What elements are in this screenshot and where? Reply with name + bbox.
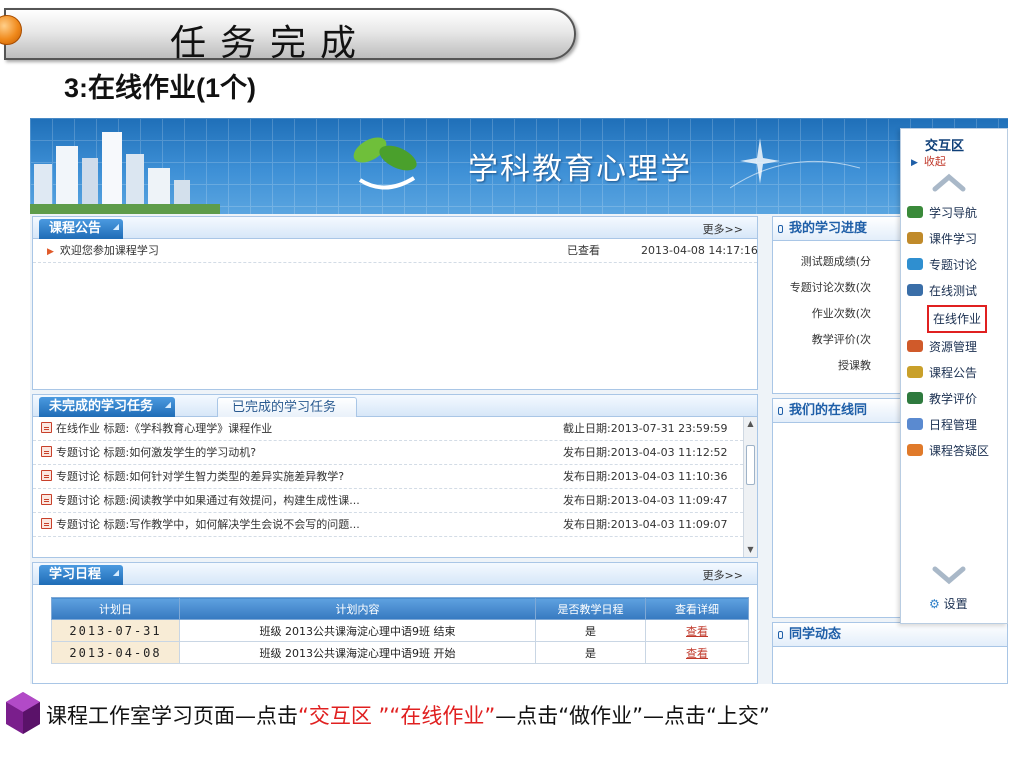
pin-icon bbox=[778, 225, 783, 233]
menu-online-test[interactable]: 在线测试 bbox=[907, 279, 977, 303]
menu-announcement[interactable]: 课程公告 bbox=[907, 361, 977, 385]
announcement-status: 已查看 bbox=[567, 244, 600, 257]
caption-highlight: “交互区 ”“在线作业” bbox=[298, 704, 496, 728]
book-icon bbox=[907, 232, 923, 244]
pin-icon bbox=[778, 631, 783, 639]
menu-resources[interactable]: 资源管理 bbox=[907, 335, 977, 359]
schedule-header-row: 计划日 计划内容 是否教学日程 查看详细 bbox=[51, 597, 749, 620]
tab-announcement[interactable]: 课程公告 ◢ bbox=[39, 219, 124, 239]
announcement-title[interactable]: ▶ 欢迎您参加课程学习 bbox=[47, 239, 159, 264]
slide-title: 任务完成 bbox=[170, 23, 371, 64]
scroll-thumb[interactable] bbox=[746, 445, 755, 485]
interaction-drawer: 交互区 ▶ 收起 学习导航 课件学习 专题讨论 在线测试 在线作业 资源管理 课程… bbox=[900, 128, 1008, 624]
task-row[interactable]: 专题讨论 标题:如何针对学生智力类型的差异实施差异教学? 发布日期:2013-0… bbox=[33, 465, 743, 489]
scroll-down-icon[interactable]: ▼ bbox=[744, 543, 757, 557]
subtitle-text: 在线作业 bbox=[88, 73, 197, 104]
settings-button[interactable]: ⚙ 设置 bbox=[929, 595, 968, 612]
evaluation-icon bbox=[907, 392, 923, 404]
task-list-scrollbar[interactable]: ▲ ▼ bbox=[743, 417, 757, 557]
schedule-header: 学习日程 ◢ 更多>> bbox=[33, 563, 757, 585]
resource-icon bbox=[907, 340, 923, 352]
menu-schedule[interactable]: 日程管理 bbox=[907, 413, 977, 437]
schedule-table: 计划日 计划内容 是否教学日程 查看详细 2013-07-31 班级 2013公… bbox=[51, 597, 749, 664]
task-row[interactable]: 专题讨论 标题:如何激发学生的学习动机? 发布日期:2013-04-03 11:… bbox=[33, 441, 743, 465]
announcement-panel: 课程公告 ◢ 更多>> ▶ 欢迎您参加课程学习 已查看 2013-04-08 14:… bbox=[32, 216, 758, 390]
subtitle-count: (1个) bbox=[196, 73, 257, 103]
task-row[interactable]: 专题讨论 标题:阅读教学中如果通过有效提问，构建生成性课... 发布日期:201… bbox=[33, 489, 743, 513]
task-row[interactable]: 在线作业 标题:《学科教育心理学》课程作业 截止日期:2013-07-31 23… bbox=[33, 417, 743, 441]
classmates-panel: 同学动态 bbox=[772, 622, 1008, 684]
col-is-teaching: 是否教学日程 bbox=[535, 597, 646, 620]
schedule-more-link[interactable]: 更多>> bbox=[703, 567, 743, 583]
leaf-logo-icon bbox=[353, 137, 417, 190]
site-header: 学科教育心理学 bbox=[30, 118, 1008, 214]
scroll-up-icon[interactable]: ▲ bbox=[744, 417, 757, 431]
triangle-right-icon: ▶ bbox=[911, 158, 918, 168]
schedule-panel: 学习日程 ◢ 更多>> 计划日 计划内容 是否教学日程 查看详细 2013-07-… bbox=[32, 562, 758, 684]
task-list: 在线作业 标题:《学科教育心理学》课程作业 截止日期:2013-07-31 23… bbox=[33, 417, 743, 537]
sparkle-decoration-icon bbox=[730, 138, 860, 189]
col-plan-content: 计划内容 bbox=[179, 597, 536, 620]
announcement-header: 课程公告 ◢ 更多>> bbox=[33, 217, 757, 239]
caption-part-1: 课程工作室学习页面—点击 bbox=[46, 704, 298, 728]
col-plan-date: 计划日 bbox=[51, 597, 180, 620]
tab-schedule[interactable]: 学习日程 ◢ bbox=[39, 565, 124, 585]
menu-courseware[interactable]: 课件学习 bbox=[907, 227, 977, 251]
announcement-more-link[interactable]: 更多>> bbox=[703, 221, 743, 237]
caption-part-3: —点击“做作业”—点击“上交” bbox=[495, 704, 770, 728]
menu-online-homework[interactable]: 在线作业 bbox=[926, 305, 988, 333]
view-link[interactable]: 查看 bbox=[686, 647, 708, 660]
slide-banner: 任务完成 bbox=[0, 2, 580, 64]
chevron-up-icon[interactable] bbox=[931, 173, 967, 193]
announcement-row[interactable]: ▶ 欢迎您参加课程学习 已查看 2013-04-08 14:17:16 bbox=[33, 239, 758, 264]
tab-unfinished-tasks[interactable]: 未完成的学习任务 ◢ bbox=[39, 397, 176, 417]
document-icon bbox=[41, 470, 52, 481]
document-icon bbox=[41, 494, 52, 505]
document-icon bbox=[41, 422, 52, 433]
view-link[interactable]: 查看 bbox=[686, 625, 708, 638]
calendar-icon bbox=[907, 418, 923, 430]
slide-subtitle: 3:在线作业(1个) bbox=[64, 66, 256, 105]
tasks-header: 未完成的学习任务 ◢ 已完成的学习任务 bbox=[33, 395, 757, 417]
document-icon bbox=[41, 518, 52, 529]
instruction-caption: 课程工作室学习页面—点击“交互区 ”“在线作业”—点击“做作业”—点击“上交” bbox=[46, 700, 770, 730]
tasks-panel: 未完成的学习任务 ◢ 已完成的学习任务 在线作业 标题:《学科教育心理学》课程作业… bbox=[32, 394, 758, 558]
drawer-title: 交互区 bbox=[925, 139, 965, 154]
schedule-row: 2013-04-08 班级 2013公共课海淀心理中语9班 开始 是 查看 bbox=[51, 641, 749, 664]
compass-icon bbox=[907, 206, 923, 218]
qa-icon bbox=[907, 444, 923, 456]
discussion-icon bbox=[907, 258, 923, 270]
chevron-down-icon[interactable] bbox=[931, 565, 967, 585]
announcement-datetime: 2013-04-08 14:17:16 bbox=[641, 244, 758, 257]
course-page-screenshot: 学科教育心理学 课程公告 ◢ 更多>> ▶ 欢迎您参加课程学习 已查看 2013-0… bbox=[30, 118, 1008, 684]
menu-qa[interactable]: 课程答疑区 bbox=[907, 439, 989, 463]
menu-evaluation[interactable]: 教学评价 bbox=[907, 387, 977, 411]
task-row[interactable]: 专题讨论 标题:写作教学中，如何解决学生会说不会写的问题... 发布日期:201… bbox=[33, 513, 743, 537]
menu-study-nav[interactable]: 学习导航 bbox=[907, 201, 977, 225]
classmates-header: 同学动态 bbox=[773, 623, 1007, 647]
notice-icon bbox=[907, 366, 923, 378]
site-title: 学科教育心理学 bbox=[468, 152, 692, 187]
schedule-row: 2013-07-31 班级 2013公共课海淀心理中语9班 结束 是 查看 bbox=[51, 619, 749, 642]
collapse-button[interactable]: ▶ 收起 bbox=[911, 153, 946, 169]
pin-icon bbox=[778, 407, 783, 415]
menu-discussion[interactable]: 专题讨论 bbox=[907, 253, 977, 277]
col-view-detail: 查看详细 bbox=[645, 597, 749, 620]
gear-icon: ⚙ bbox=[929, 597, 940, 611]
city-buildings-icon bbox=[30, 132, 220, 214]
document-icon bbox=[41, 446, 52, 457]
subtitle-number: 3: bbox=[64, 73, 89, 103]
purple-gem-icon bbox=[6, 692, 40, 734]
tab-finished-tasks[interactable]: 已完成的学习任务 bbox=[217, 397, 358, 417]
bullet-arrow-icon: ▶ bbox=[47, 247, 54, 257]
test-icon bbox=[907, 284, 923, 296]
